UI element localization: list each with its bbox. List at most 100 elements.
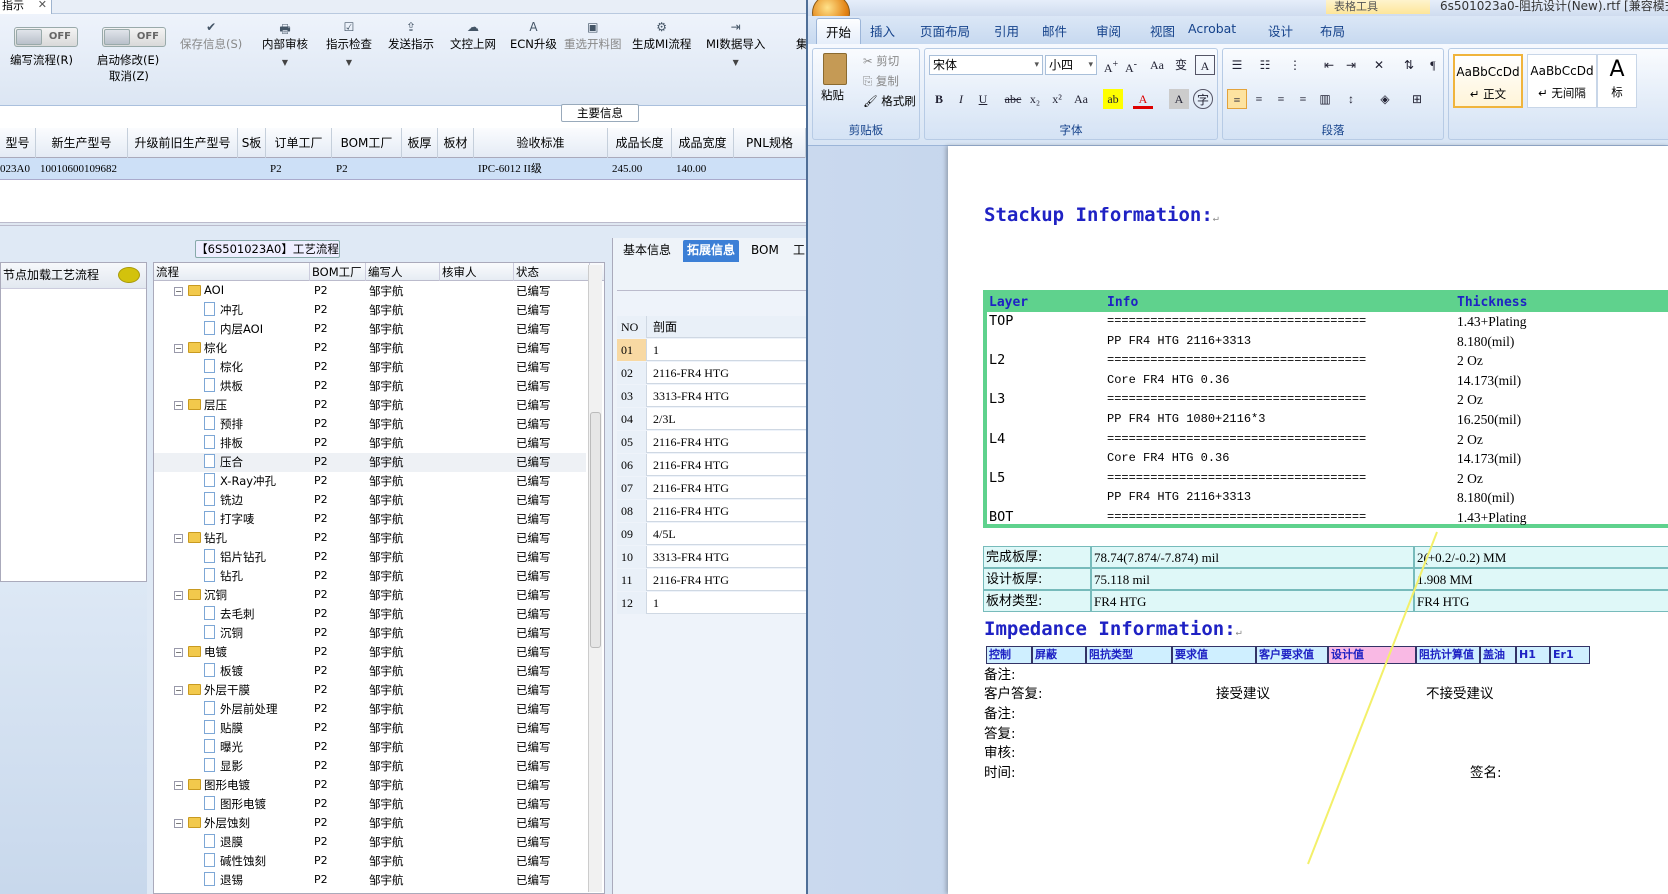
collapse-icon[interactable]: −: [174, 401, 183, 410]
grid-cell[interactable]: 140.00: [676, 158, 738, 180]
ribbon-tab[interactable]: 插入: [870, 21, 895, 40]
paste-icon[interactable]: [823, 53, 847, 85]
grid-cell[interactable]: P2: [270, 158, 336, 180]
underline-icon[interactable]: U: [973, 89, 993, 109]
ribbon-tab[interactable]: 审阅: [1096, 21, 1121, 40]
tree-row[interactable]: 外层前处理 P2 邹宇航 已编写: [154, 700, 586, 719]
tree-row[interactable]: − 层压 P2 邹宇航 已编写: [154, 396, 586, 415]
grid-cell[interactable]: [132, 158, 242, 180]
tree-row[interactable]: 棕化 P2 邹宇航 已编写: [154, 358, 586, 377]
tree-row[interactable]: 显影 P2 邹宇航 已编写: [154, 757, 586, 776]
enclose-char-icon[interactable]: 字: [1193, 89, 1213, 109]
tree-row[interactable]: 压合 P2 邹宇航 已编写: [154, 453, 586, 472]
ribbon-tab[interactable]: 视图: [1150, 21, 1175, 40]
strikethrough-icon[interactable]: abc: [1003, 89, 1023, 109]
ribbon-tab[interactable]: 布局: [1320, 21, 1345, 40]
tree-row[interactable]: 去毛刺 P2 邹宇航 已编写: [154, 605, 586, 624]
section-row[interactable]: 08 2116-FR4 HTG: [617, 500, 806, 522]
grid-column-header[interactable]: 板厚: [402, 128, 438, 158]
tree-row[interactable]: 排板 P2 邹宇航 已编写: [154, 434, 586, 453]
ribbon-button[interactable]: 🖶 内部审核 ▼: [262, 20, 308, 67]
tree-row[interactable]: 预排 P2 邹宇航 已编写: [154, 415, 586, 434]
ribbon-tab[interactable]: 引用: [994, 21, 1019, 40]
tree-scrollbar-thumb[interactable]: [590, 412, 601, 648]
tree-row[interactable]: 钻孔 P2 邹宇航 已编写: [154, 567, 586, 586]
order-grid-row[interactable]: 023A0 10010600109682 P2 P2 IPC-6012 II级 245.0…: [0, 158, 806, 180]
tree-column-header[interactable]: 流程: [154, 263, 310, 281]
tree-row[interactable]: 图形电镀 P2 邹宇航 已编写: [154, 795, 586, 814]
grid-cell[interactable]: [242, 158, 270, 180]
tree-row[interactable]: − 棕化 P2 邹宇航 已编写: [154, 339, 586, 358]
ribbon-button[interactable]: A ECN升级: [510, 20, 557, 52]
section-row[interactable]: 06 2116-FR4 HTG: [617, 454, 806, 476]
decrease-indent-icon[interactable]: ⇤: [1319, 55, 1339, 75]
cancel-button[interactable]: 取消(Z): [109, 68, 149, 84]
document-page[interactable]: Stackup Information:↵ Layer Info Thickness…: [948, 146, 1668, 894]
grid-cell[interactable]: 245.00: [612, 158, 676, 180]
tree-row[interactable]: − 图形电镀 P2 邹宇航 已编写: [154, 776, 586, 795]
grid-column-header[interactable]: 订单工厂: [266, 128, 332, 158]
grid-column-header[interactable]: 新生产型号: [36, 128, 128, 158]
tree-row[interactable]: 内层AOI P2 邹宇航 已编写: [154, 320, 586, 339]
section-row[interactable]: 12 1: [617, 592, 806, 614]
clear-format-icon[interactable]: Aa: [1147, 55, 1167, 75]
section-row[interactable]: 02 2116-FR4 HTG: [617, 362, 806, 384]
tree-column-header[interactable]: 核审人: [440, 263, 514, 281]
section-row[interactable]: 01 1: [617, 339, 806, 361]
tree-row[interactable]: X-Ray冲孔 P2 邹宇航 已编写: [154, 472, 586, 491]
format-painter-button[interactable]: 🖌 格式刷: [863, 93, 916, 109]
collapse-icon[interactable]: −: [174, 287, 183, 296]
copy-button[interactable]: ⎘ 复制: [863, 73, 899, 89]
align-left-icon[interactable]: ≡: [1227, 89, 1247, 109]
grid-cell[interactable]: P2: [336, 158, 406, 180]
tree-row[interactable]: 退膜 P2 邹宇航 已编写: [154, 833, 586, 852]
subscript-icon[interactable]: x₂: [1025, 89, 1045, 109]
ribbon-button[interactable]: ✔ 保存信息(S): [180, 20, 242, 52]
write-flow-toggle[interactable]: OFF: [14, 27, 78, 47]
ribbon-button[interactable]: 集: [796, 20, 806, 52]
ribbon-tab[interactable]: Acrobat: [1188, 21, 1236, 36]
tree-row[interactable]: 曝光 P2 邹宇航 已编写: [154, 738, 586, 757]
tree-row[interactable]: 烘板 P2 邹宇航 已编写: [154, 377, 586, 396]
ribbon-button[interactable]: ☑ 指示检查 ▼: [326, 20, 372, 67]
cut-button[interactable]: ✂ 剪切: [863, 53, 899, 69]
superscript-icon[interactable]: x²: [1047, 89, 1067, 109]
ribbon-tab[interactable]: 邮件: [1042, 21, 1067, 40]
reject-suggestion[interactable]: 不接受建议: [1426, 685, 1494, 704]
grid-column-header[interactable]: 升级前旧生产型号: [128, 128, 238, 158]
collapse-icon[interactable]: −: [174, 648, 183, 657]
speech-bubble-icon[interactable]: [118, 267, 140, 283]
collapse-icon[interactable]: −: [174, 344, 183, 353]
font-color-icon[interactable]: A: [1133, 89, 1153, 109]
ribbon-button[interactable]: ☁ 文控上网: [450, 20, 496, 52]
font-size-select[interactable]: 小四 ▾: [1045, 55, 1097, 75]
font-name-select[interactable]: 宋体 ▾: [929, 55, 1043, 75]
tree-row[interactable]: 铣边 P2 邹宇航 已编写: [154, 491, 586, 510]
ribbon-button[interactable]: ⇪ 发送指示: [388, 20, 434, 52]
borders-icon[interactable]: ⊞: [1407, 89, 1427, 109]
ribbon-button[interactable]: ▣ 重选开料图: [564, 20, 622, 52]
paste-button[interactable]: 粘贴: [821, 87, 844, 103]
grid-column-header[interactable]: 板材: [438, 128, 474, 158]
sort-icon[interactable]: ⇅: [1399, 55, 1419, 75]
tree-row[interactable]: − 钻孔 P2 邹宇航 已编写: [154, 529, 586, 548]
italic-icon[interactable]: I: [951, 89, 971, 109]
show-marks-icon[interactable]: ¶: [1423, 55, 1443, 75]
grid-column-header[interactable]: PNL规格: [734, 128, 806, 158]
grid-column-header[interactable]: 验收标准: [474, 128, 608, 158]
grid-cell[interactable]: 023A0: [0, 158, 36, 180]
highlight-icon[interactable]: ab: [1103, 89, 1123, 109]
tree-row[interactable]: − 外层蚀刻 P2 邹宇航 已编写: [154, 814, 586, 833]
tree-row[interactable]: − 沉铜 P2 邹宇航 已编写: [154, 586, 586, 605]
document-tab[interactable]: 指示 ✕: [0, 0, 52, 14]
panel-tab[interactable]: 基本信息: [619, 240, 675, 262]
change-case-icon[interactable]: Aa: [1071, 89, 1091, 109]
tree-row[interactable]: − AOI P2 邹宇航 已编写: [154, 282, 586, 301]
grid-column-header[interactable]: S板: [238, 128, 266, 158]
grid-column-header[interactable]: 成品长度: [608, 128, 672, 158]
style-item[interactable]: A标: [1597, 54, 1637, 108]
grid-cell[interactable]: [738, 158, 806, 180]
grid-column-header[interactable]: 成品宽度: [672, 128, 734, 158]
char-border-icon[interactable]: A: [1195, 55, 1215, 75]
bold-icon[interactable]: B: [929, 89, 949, 109]
